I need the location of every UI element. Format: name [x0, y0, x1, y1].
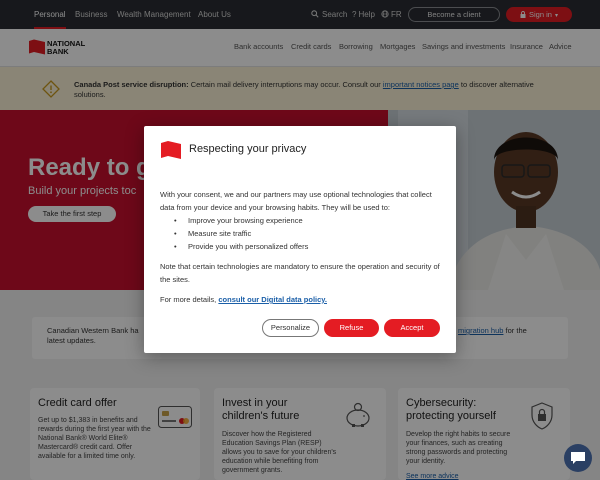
chat-icon — [571, 452, 585, 464]
dialog-title: Respecting your privacy — [189, 143, 307, 155]
list-item: Measure site traffic — [174, 227, 444, 240]
digital-data-policy-link[interactable]: consult our Digital data policy. — [218, 295, 327, 304]
national-bank-flag-icon — [161, 141, 181, 159]
uses-list: Improve your browsing experience Measure… — [174, 214, 444, 253]
dialog-details: For more details, consult our Digital da… — [160, 293, 444, 306]
privacy-dialog: Respecting your privacy With your consen… — [144, 126, 456, 353]
refuse-button[interactable]: Refuse — [324, 319, 379, 337]
list-item: Provide you with personalized offers — [174, 240, 444, 253]
details-prefix: For more details, — [160, 295, 217, 304]
chat-button[interactable] — [564, 444, 592, 472]
dialog-body: With your consent, we and our partners m… — [160, 188, 444, 306]
personalize-button[interactable]: Personalize — [262, 319, 319, 337]
accept-button[interactable]: Accept — [384, 319, 440, 337]
dialog-note: Note that certain technologies are manda… — [160, 262, 440, 284]
dialog-intro: With your consent, we and our partners m… — [160, 190, 432, 212]
list-item: Improve your browsing experience — [174, 214, 444, 227]
